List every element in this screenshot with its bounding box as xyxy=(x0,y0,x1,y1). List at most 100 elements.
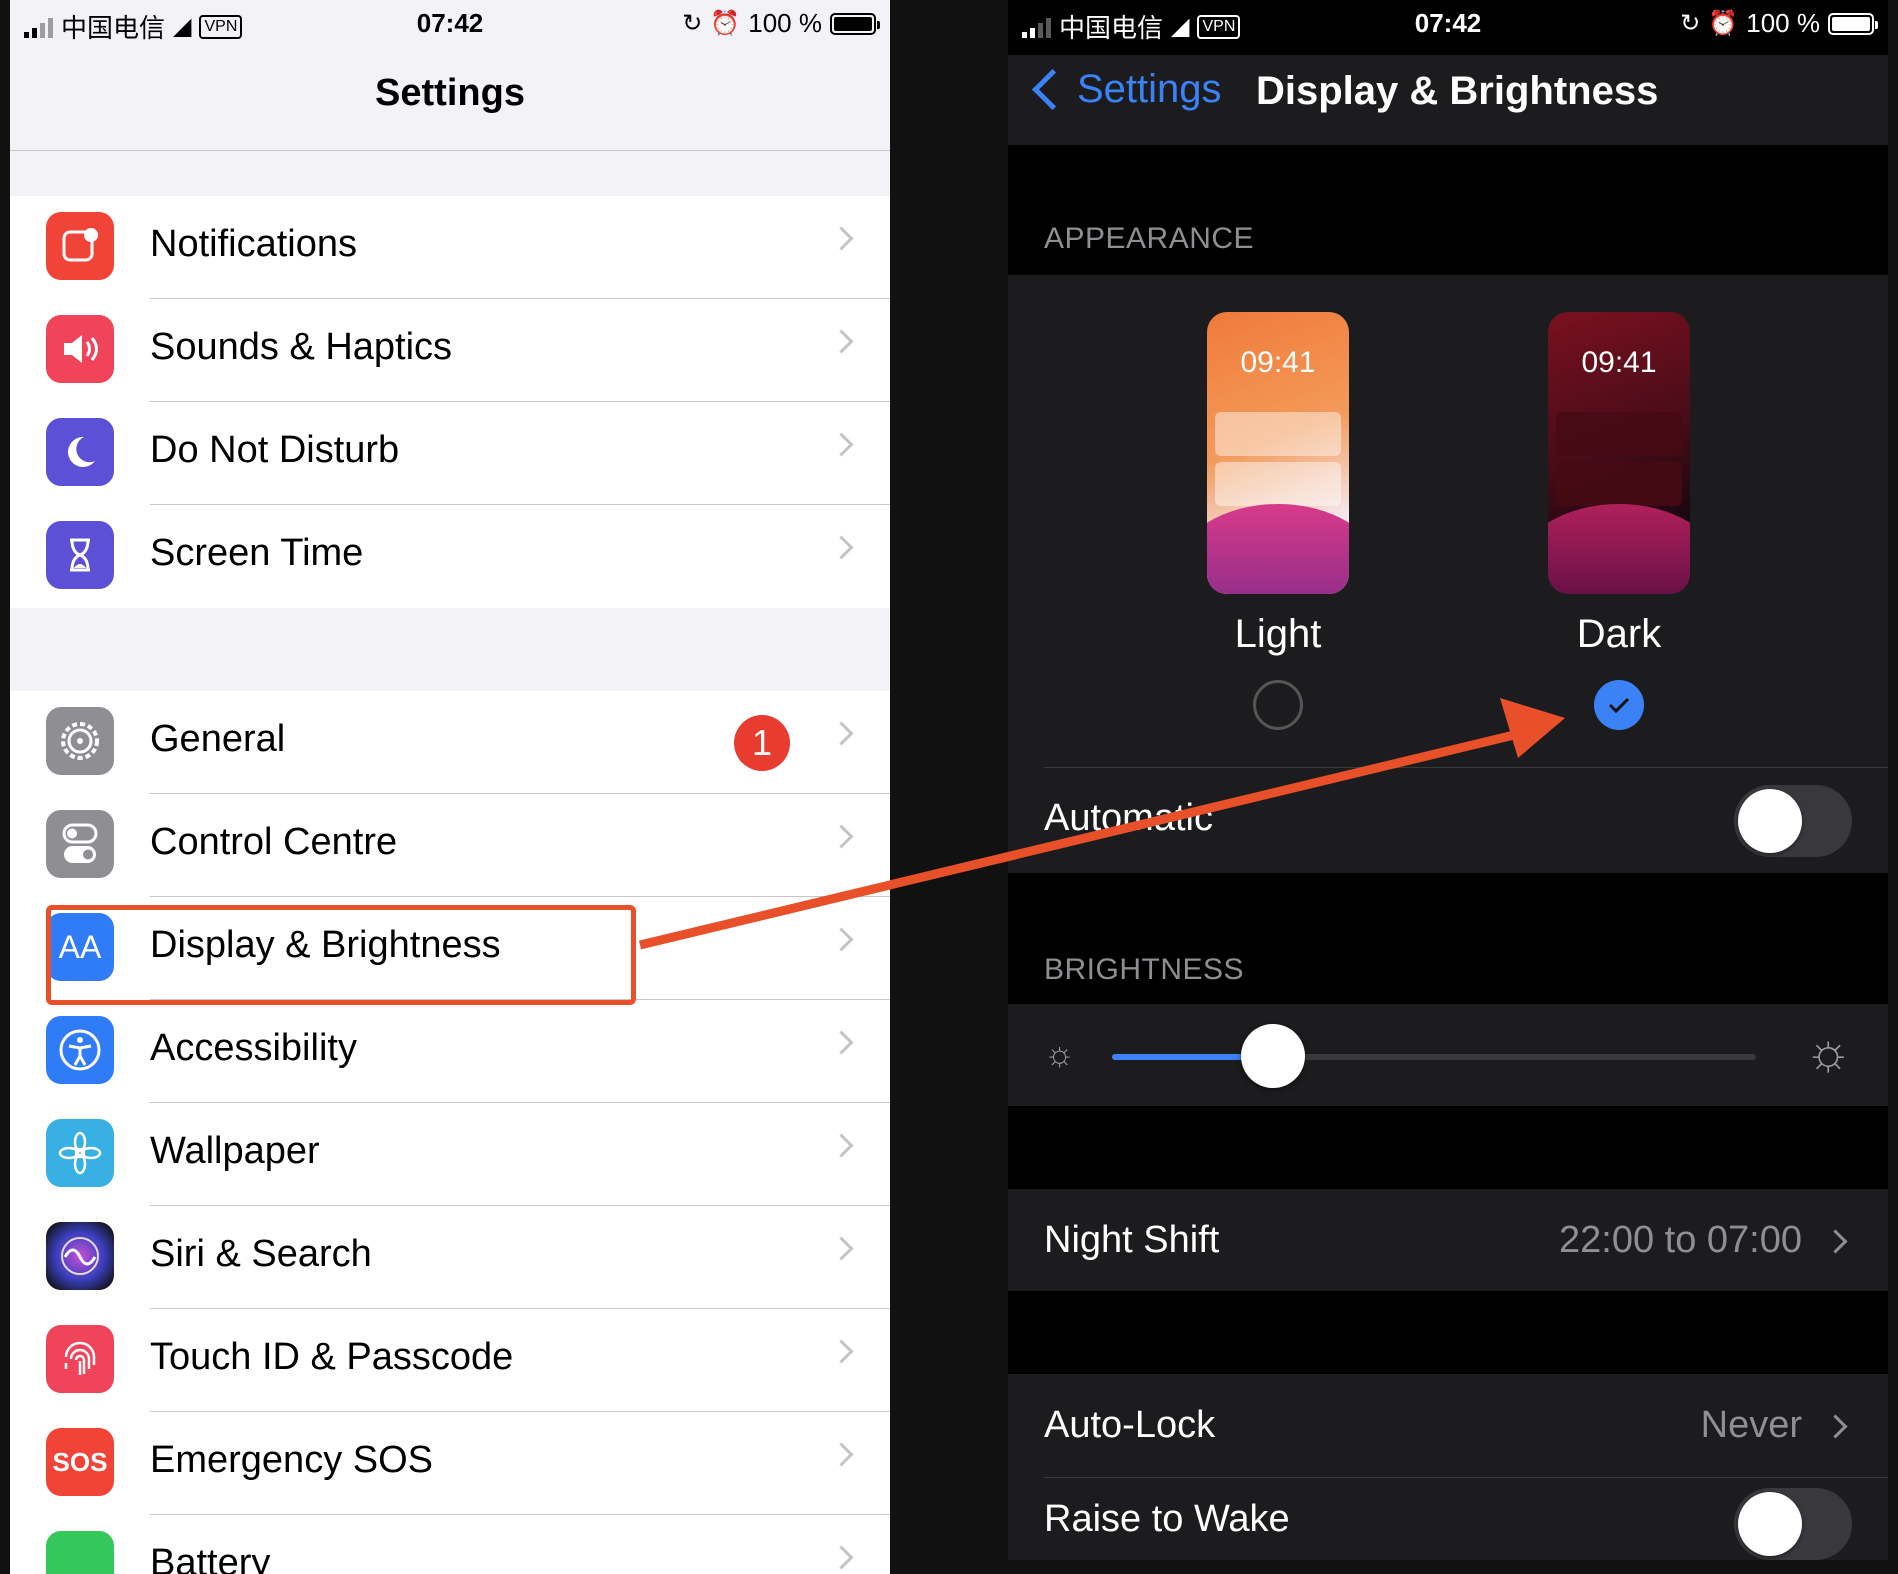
light-mode-label: Light xyxy=(1234,612,1322,656)
settings-row-notifications[interactable]: Notifications xyxy=(10,196,890,299)
settings-row-touch-id[interactable]: Touch ID & Passcode xyxy=(10,1309,890,1412)
sun-small-icon: ☼ xyxy=(1044,1035,1076,1073)
row-label: Emergency SOS xyxy=(150,1439,433,1481)
chevron-right-icon xyxy=(829,1442,854,1467)
moon-icon xyxy=(46,418,114,486)
battery-icon xyxy=(1828,12,1878,35)
settings-row-do-not-disturb[interactable]: Do Not Disturb xyxy=(10,402,890,505)
row-label: General xyxy=(150,718,286,760)
dark-mode-label: Dark xyxy=(1576,612,1662,656)
page-title: Display & Brightness xyxy=(1256,69,1659,113)
raise-to-wake-toggle[interactable] xyxy=(1734,1488,1852,1560)
night-shift-label: Night Shift xyxy=(1044,1219,1220,1261)
sos-icon: SOS xyxy=(46,1428,114,1496)
light-mode-preview[interactable]: 09:41 xyxy=(1207,312,1349,594)
checkmark-icon xyxy=(1608,697,1630,714)
settings-row-general[interactable]: General 1 xyxy=(10,691,890,794)
switches-icon xyxy=(46,810,114,878)
divider xyxy=(10,150,890,151)
chevron-right-icon xyxy=(829,1339,854,1364)
settings-screen-light: 中国电信 ◢ VPN 07:42 ↻ ⏰ 100 % Settings Noti… xyxy=(10,0,890,1574)
settings-row-battery[interactable]: Battery xyxy=(10,1515,890,1574)
dark-mode-preview[interactable]: 09:41 xyxy=(1548,312,1690,594)
speaker-icon xyxy=(46,315,114,383)
dark-mode-radio[interactable] xyxy=(1594,680,1644,730)
alarm-icon: ⏰ xyxy=(1708,10,1739,37)
row-label: Touch ID & Passcode xyxy=(150,1336,514,1378)
alarm-icon: ⏰ xyxy=(710,10,741,37)
chevron-right-icon xyxy=(1823,1414,1848,1439)
siri-icon xyxy=(46,1222,114,1290)
raise-to-wake-label: Raise to Wake xyxy=(1044,1498,1290,1540)
display-brightness-screen-dark: 中国电信 ◢ VPN 07:42 ↻ ⏰ 100 % Settings Disp… xyxy=(1008,0,1888,1560)
battery-icon xyxy=(46,1531,114,1574)
status-bar: 中国电信 ◢ VPN 07:42 ↻ ⏰ 100 % xyxy=(1008,0,1888,50)
chevron-right-icon xyxy=(829,1236,854,1261)
navigation-bar: Settings Display & Brightness xyxy=(1008,55,1888,145)
slider-thumb[interactable] xyxy=(1241,1024,1305,1088)
automatic-toggle[interactable] xyxy=(1734,785,1852,857)
row-label: Sounds & Haptics xyxy=(150,326,453,368)
accessibility-icon xyxy=(46,1016,114,1084)
rotation-lock-icon: ↻ xyxy=(682,10,703,37)
settings-row-screen-time[interactable]: Screen Time xyxy=(10,505,890,608)
row-label: Wallpaper xyxy=(150,1130,320,1172)
back-button[interactable]: Settings xyxy=(1026,67,1222,112)
settings-row-night-shift[interactable]: Night Shift 22:00 to 07:00 xyxy=(1008,1189,1888,1291)
chevron-right-icon xyxy=(829,226,854,251)
settings-row-auto-lock[interactable]: Auto-Lock Never xyxy=(1008,1374,1888,1477)
chevron-right-icon xyxy=(829,824,854,849)
row-label: Control Centre xyxy=(150,821,398,863)
night-shift-value: 22:00 to 07:00 xyxy=(1559,1219,1802,1261)
section-header-appearance: APPEARANCE xyxy=(1044,222,1255,255)
chevron-right-icon xyxy=(829,329,854,354)
chevron-right-icon xyxy=(829,1545,854,1570)
chevron-right-icon xyxy=(829,927,854,952)
row-label: Do Not Disturb xyxy=(150,429,400,471)
settings-row-sounds[interactable]: Sounds & Haptics xyxy=(10,299,890,402)
preview-time: 09:41 xyxy=(1581,346,1657,379)
hourglass-icon xyxy=(46,521,114,589)
settings-row-control-centre[interactable]: Control Centre xyxy=(10,794,890,897)
chevron-right-icon xyxy=(829,432,854,457)
settings-row-siri[interactable]: Siri & Search xyxy=(10,1206,890,1309)
chevron-right-icon xyxy=(829,535,854,560)
settings-row-raise-to-wake: Raise to Wake xyxy=(1008,1478,1888,1560)
sun-large-icon: ☼ xyxy=(1804,1023,1852,1081)
page-title: Settings xyxy=(375,72,525,114)
chevron-left-icon xyxy=(1031,68,1074,111)
notification-badge: 1 xyxy=(734,715,790,771)
settings-group-1: Notifications Sounds & Haptics Do Not Di… xyxy=(10,196,890,608)
flower-icon xyxy=(46,1119,114,1187)
settings-row-emergency-sos[interactable]: SOS Emergency SOS xyxy=(10,1412,890,1515)
chevron-right-icon xyxy=(829,721,854,746)
row-label: Siri & Search xyxy=(150,1233,372,1275)
annotation-highlight-box xyxy=(46,905,636,1005)
chevron-right-icon xyxy=(829,1133,854,1158)
row-label: Notifications xyxy=(150,223,357,265)
status-bar: 中国电信 ◢ VPN 07:42 ↻ ⏰ 100 % xyxy=(10,0,890,50)
auto-lock-value: Never xyxy=(1700,1404,1802,1446)
chevron-right-icon xyxy=(829,1030,854,1055)
battery-icon xyxy=(830,12,880,35)
row-label: Battery xyxy=(150,1542,271,1574)
back-label: Settings xyxy=(1077,67,1222,111)
appearance-group: 09:41 Light 09:41 Dark Automatic xyxy=(1008,275,1888,873)
settings-row-wallpaper[interactable]: Wallpaper xyxy=(10,1103,890,1206)
fingerprint-icon xyxy=(46,1325,114,1393)
gear-icon xyxy=(46,707,114,775)
settings-group-2: General 1 Control Centre AA Display & Br… xyxy=(10,691,890,1574)
chevron-right-icon xyxy=(1823,1229,1848,1254)
auto-lock-label: Auto-Lock xyxy=(1044,1404,1216,1446)
automatic-label: Automatic xyxy=(1044,797,1213,839)
lock-group: Auto-Lock Never Raise to Wake xyxy=(1008,1374,1888,1560)
notifications-icon xyxy=(46,212,114,280)
light-mode-radio[interactable] xyxy=(1253,680,1303,730)
brightness-group: ☼ ☼ xyxy=(1008,1004,1888,1106)
brightness-slider[interactable] xyxy=(1112,1024,1756,1088)
settings-row-accessibility[interactable]: Accessibility xyxy=(10,1000,890,1103)
row-label: Screen Time xyxy=(150,532,364,574)
battery-percent: 100 % xyxy=(1746,8,1820,38)
section-header-brightness: BRIGHTNESS xyxy=(1044,953,1245,986)
rotation-lock-icon: ↻ xyxy=(1680,10,1701,37)
